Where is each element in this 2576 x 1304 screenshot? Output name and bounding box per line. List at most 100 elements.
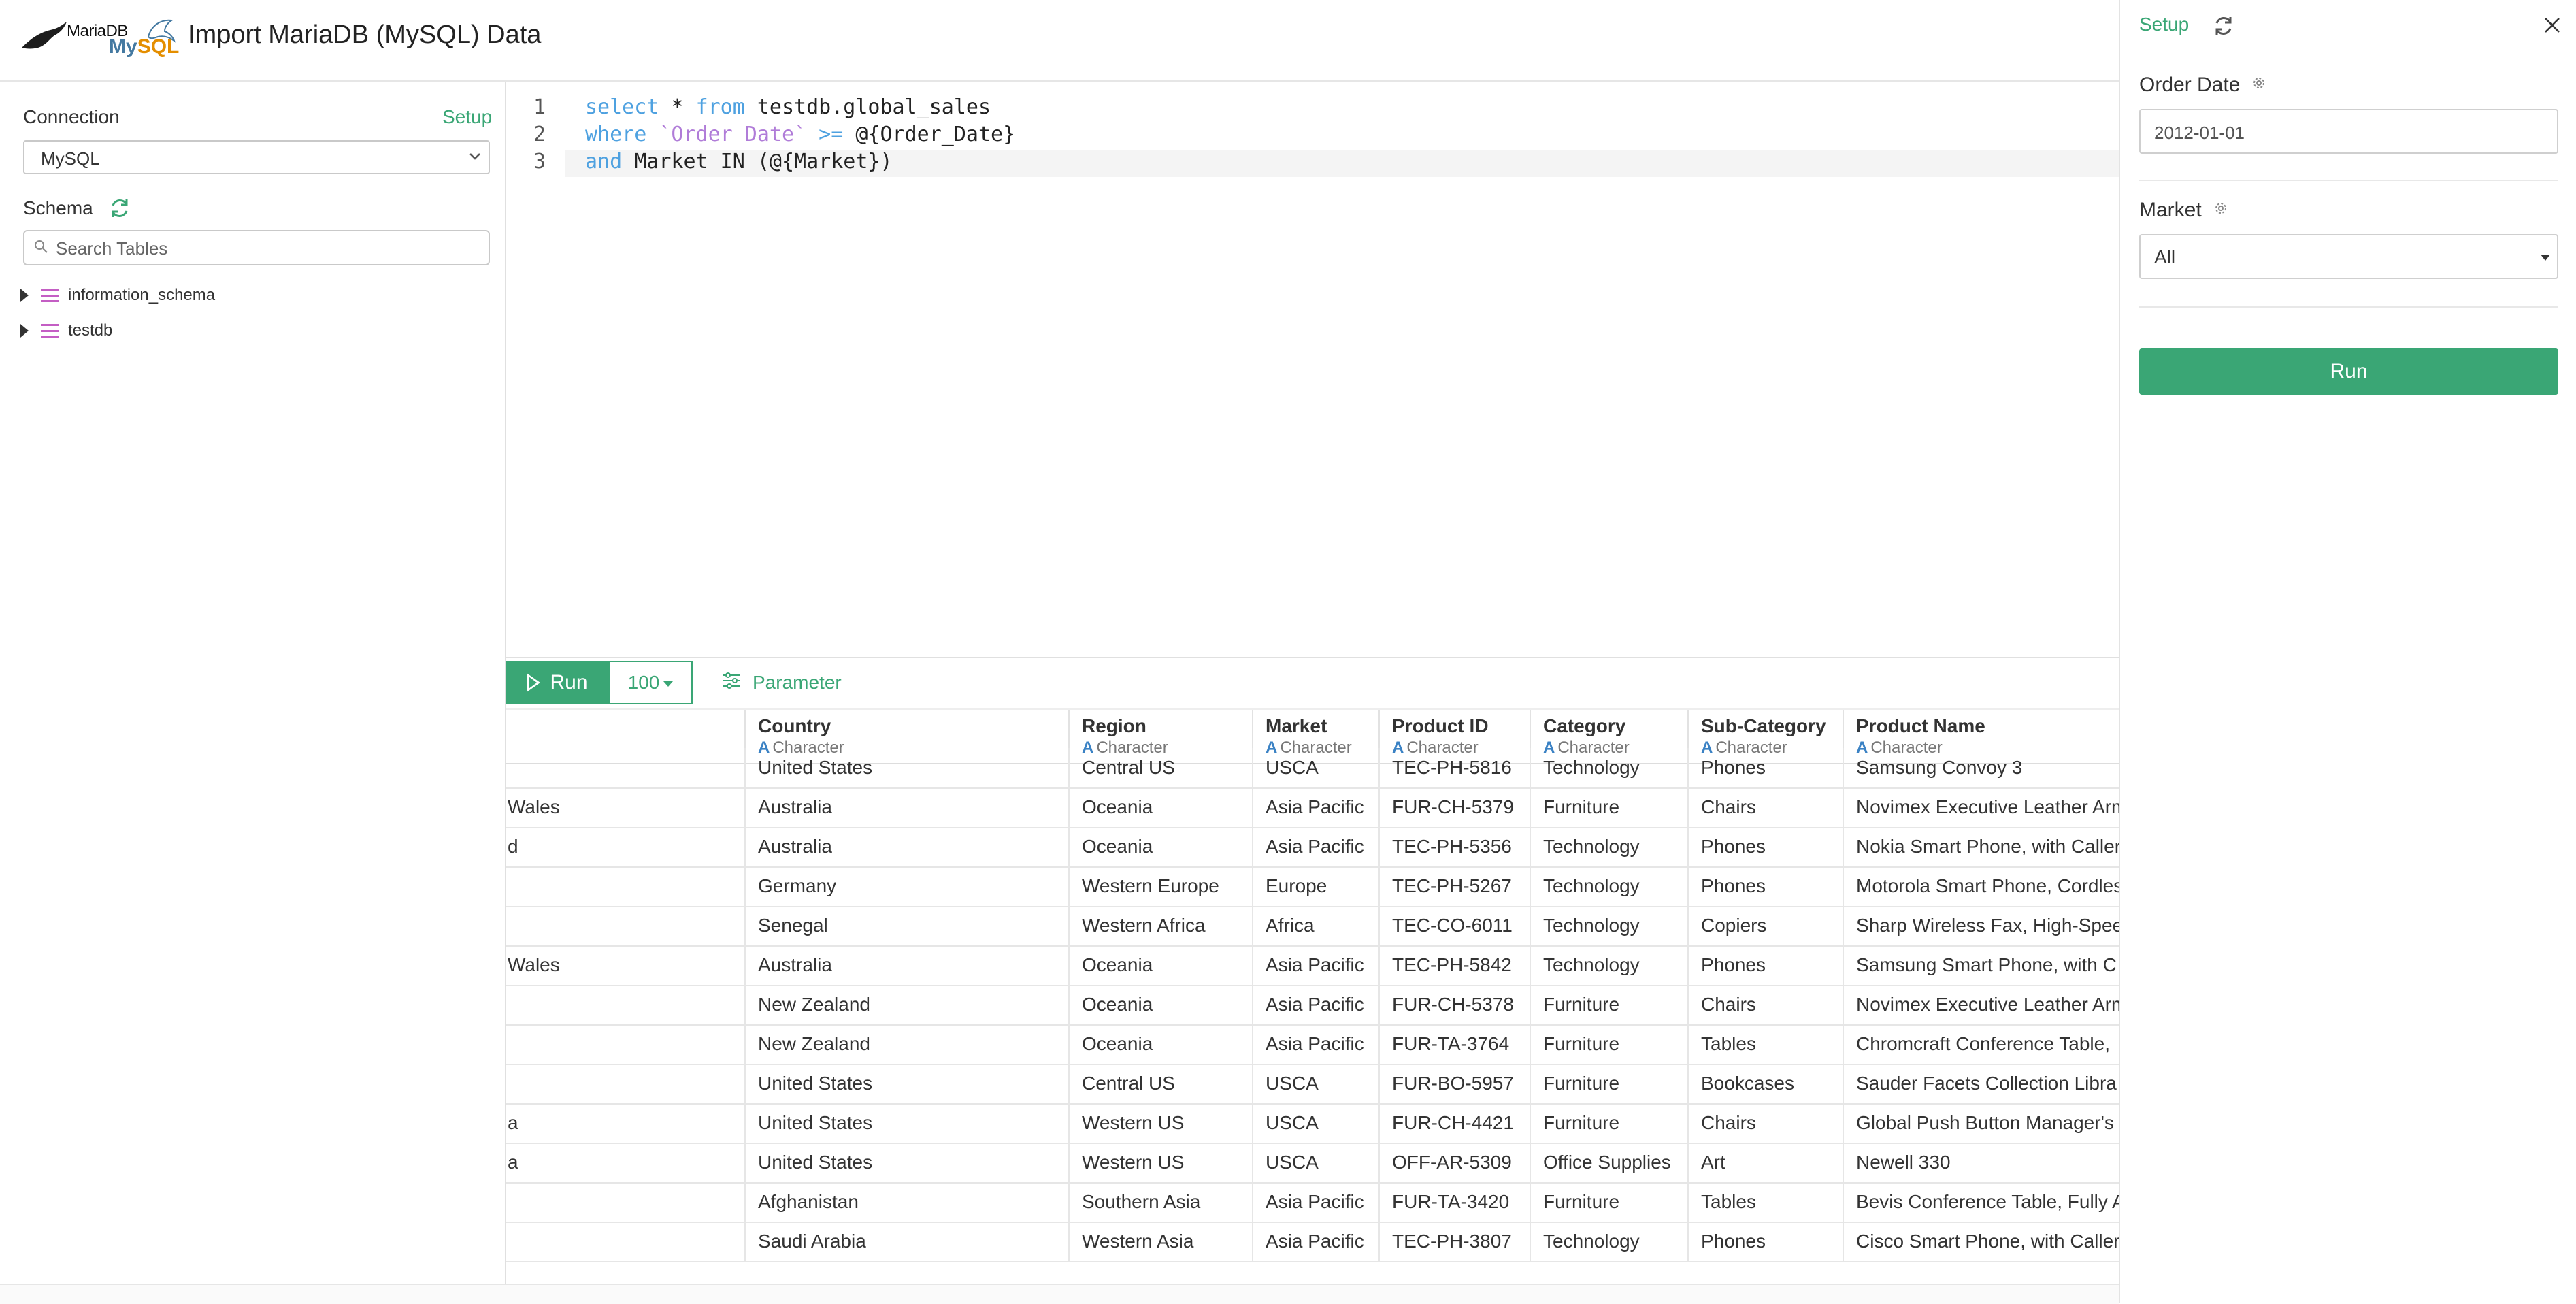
table-cell: United States: [744, 1064, 1068, 1103]
table-cell: Chairs: [1687, 1103, 1843, 1143]
connection-sidebar: Connection Setup MySQL Schema informatio…: [0, 82, 506, 1284]
column-name: Product ID: [1392, 715, 1489, 736]
table-cell: FUR-CH-4421: [1378, 1103, 1530, 1143]
run-query-button[interactable]: Run: [506, 661, 608, 704]
table-row[interactable]: Wales Australia Oceania Asia Pacific TEC-PH-…: [506, 945, 2119, 986]
divider: [2139, 306, 2558, 308]
table-cell: United States: [744, 1143, 1068, 1182]
table-row[interactable]: Senegal Western Africa Africa TEC-CO-6011 Te…: [506, 906, 2119, 947]
table-cell: Technology: [1530, 1222, 1687, 1261]
expand-triangle-icon[interactable]: [20, 289, 29, 302]
table-cell: Oceania: [1068, 985, 1252, 1024]
refresh-icon[interactable]: [2211, 14, 2236, 38]
table-cell: TEC-PH-5267: [1378, 866, 1530, 906]
parameter-button[interactable]: Parameter: [721, 661, 842, 704]
gear-icon[interactable]: [2251, 74, 2267, 97]
table-row[interactable]: United States Central US USCA FUR-BO-5957 Fu…: [506, 1064, 2119, 1105]
app-header: MariaDB MySQL Import MariaDB (MySQL) Dat…: [0, 0, 2119, 82]
table-cell: New Zealand: [744, 985, 1068, 1024]
table-cell: Chairs: [1687, 787, 1843, 827]
line-number: 1: [533, 95, 546, 119]
table-cell: Furniture: [1530, 1103, 1687, 1143]
table-cell: [506, 748, 744, 787]
expand-triangle-icon[interactable]: [20, 324, 29, 338]
table-cell: Oceania: [1068, 1024, 1252, 1064]
table-row[interactable]: a United States Western US USCA FUR-CH-4421 F…: [506, 1103, 2119, 1144]
table-cell: Furniture: [1530, 985, 1687, 1024]
schema-refresh-icon[interactable]: [108, 196, 132, 224]
tree-item-information-schema[interactable]: information_schema: [20, 282, 215, 309]
tree-item-label: testdb: [68, 321, 113, 340]
schema-list-icon: [41, 324, 59, 338]
table-cell: Novimex Executive Leather Arm: [1843, 787, 2119, 827]
table-cell: Technology: [1530, 945, 1687, 985]
table-cell: [506, 985, 744, 1024]
sliders-icon: [721, 670, 742, 696]
table-cell: Asia Pacific: [1252, 1182, 1378, 1222]
table-row[interactable]: a United States Western US USCA OFF-AR-5309 O…: [506, 1143, 2119, 1184]
apply-parameters-run-button[interactable]: Run: [2139, 348, 2558, 395]
table-cell: Australia: [744, 827, 1068, 866]
connection-select-value: MySQL: [41, 148, 100, 169]
table-cell: [506, 1182, 744, 1222]
table-cell: Tables: [1687, 1182, 1843, 1222]
table-cell: United States: [744, 748, 1068, 787]
table-row[interactable]: Afghanistan Southern Asia Asia Pacific FUR-…: [506, 1182, 2119, 1223]
line-number: 3: [533, 150, 546, 174]
query-toolbar: Run 100 Parameter: [506, 657, 2119, 710]
table-cell: Bevis Conference Table, Fully A: [1843, 1182, 2119, 1222]
table-cell: a: [508, 1112, 518, 1133]
gear-icon[interactable]: [2213, 199, 2229, 222]
parameter-setup-link[interactable]: Setup: [2139, 14, 2189, 35]
table-row[interactable]: Wales Australia Oceania Asia Pacific FUR-CH-…: [506, 787, 2119, 828]
table-cell: Central US: [1068, 748, 1252, 787]
table-cell: Wales: [508, 954, 560, 975]
table-cell: Tables: [1687, 1024, 1843, 1064]
column-name: Product Name: [1856, 715, 1985, 736]
table-row[interactable]: United States Central US USCA TEC-PH-5816 Te…: [506, 748, 2119, 789]
table-cell: Nokia Smart Phone, with Caller: [1843, 827, 2119, 866]
code-line: and Market IN (@{Market}): [585, 150, 893, 174]
table-cell: USCA: [1252, 748, 1378, 787]
table-cell: Western US: [1068, 1143, 1252, 1182]
table-row[interactable]: New Zealand Oceania Asia Pacific FUR-CH-537…: [506, 985, 2119, 1026]
table-cell: Asia Pacific: [1252, 827, 1378, 866]
table-cell: Central US: [1068, 1064, 1252, 1103]
connection-select[interactable]: MySQL: [23, 140, 490, 174]
column-name: Country: [758, 715, 831, 736]
editor-line: 2 where `Order Date` >= @{Order_Date}: [506, 123, 2119, 150]
table-cell: Furniture: [1530, 1182, 1687, 1222]
row-limit-value: 100: [627, 672, 660, 693]
table-cell: TEC-PH-5816: [1378, 748, 1530, 787]
editor-line-active: 3 and Market IN (@{Market}): [533, 150, 2119, 177]
table-cell: Chromcraft Conference Table,: [1843, 1024, 2119, 1064]
market-select[interactable]: All: [2139, 234, 2558, 279]
column-name: Region: [1082, 715, 1146, 736]
row-limit-dropdown[interactable]: 100: [608, 661, 693, 704]
table-cell: Newell 330: [1843, 1143, 2119, 1182]
table-cell: [506, 1024, 744, 1064]
tree-item-testdb[interactable]: testdb: [20, 317, 112, 344]
table-cell: Senegal: [744, 906, 1068, 945]
sql-editor[interactable]: 1 select * from testdb.global_sales 2 wh…: [506, 82, 2119, 657]
table-cell: Global Push Button Manager's: [1843, 1103, 2119, 1143]
dolphin-icon: [147, 19, 176, 43]
table-row[interactable]: New Zealand Oceania Asia Pacific FUR-TA-376…: [506, 1024, 2119, 1065]
close-icon[interactable]: [2542, 15, 2562, 35]
table-row[interactable]: d Australia Oceania Asia Pacific TEC-PH-5356…: [506, 827, 2119, 868]
column-name: Sub-Category: [1701, 715, 1826, 736]
table-row[interactable]: Saudi Arabia Western Asia Asia Pacific TEC-…: [506, 1222, 2119, 1262]
horizontal-scrollbar[interactable]: [0, 1284, 2119, 1304]
table-cell: Oceania: [1068, 827, 1252, 866]
run-label: Run: [2330, 360, 2368, 382]
table-cell: Chairs: [1687, 985, 1843, 1024]
search-tables-input[interactable]: [54, 237, 479, 260]
table-cell: FUR-BO-5957: [1378, 1064, 1530, 1103]
connection-setup-link[interactable]: Setup: [442, 106, 492, 128]
table-cell: Phones: [1687, 1222, 1843, 1261]
code-line: where `Order Date` >= @{Order_Date}: [585, 123, 1016, 146]
table-cell: d: [508, 836, 518, 857]
order-date-input[interactable]: 2012-01-01: [2139, 109, 2558, 154]
table-row[interactable]: Germany Western Europe Europe TEC-PH-5267 Te…: [506, 866, 2119, 907]
table-cell: OFF-AR-5309: [1378, 1143, 1530, 1182]
